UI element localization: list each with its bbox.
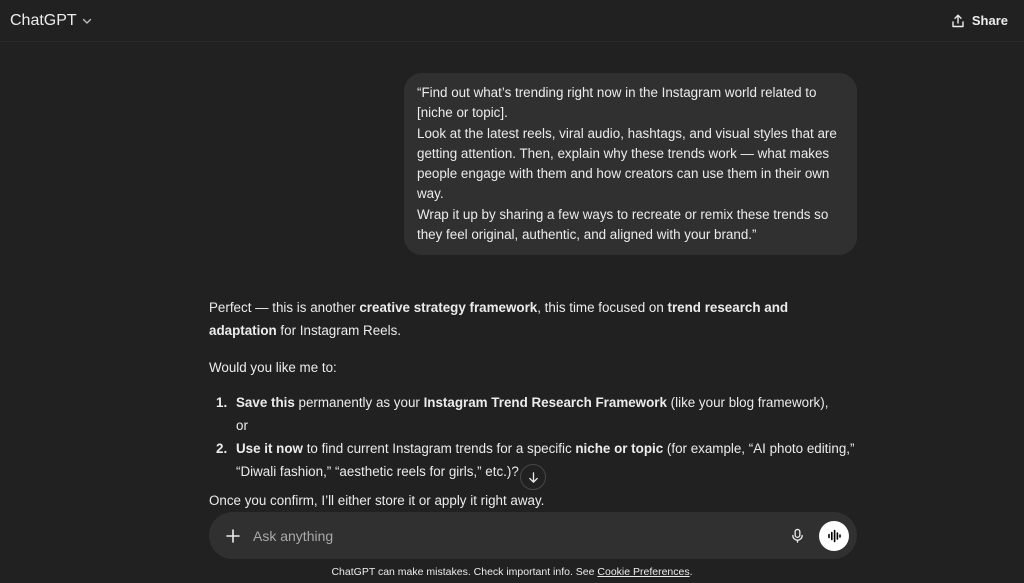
- model-selector[interactable]: ChatGPT: [10, 12, 93, 30]
- share-button[interactable]: Share: [943, 9, 1016, 32]
- chevron-down-icon: [82, 18, 91, 24]
- assistant-confirm: Once you confirm, I’ll either store it o…: [209, 493, 545, 508]
- cookie-preferences-link[interactable]: Cookie Preferences: [597, 566, 689, 578]
- scroll-to-bottom-button[interactable]: [520, 464, 546, 490]
- user-message-bubble: “Find out what’s trending right now in t…: [404, 73, 857, 256]
- voice-mode-button[interactable]: [819, 520, 849, 551]
- plus-icon: [226, 528, 240, 543]
- list-item: 2. Use it now to find current Instagram t…: [216, 441, 855, 479]
- top-bar: ChatGPT Share: [0, 0, 1024, 42]
- share-label: Share: [971, 13, 1008, 28]
- user-message-line: Look at the latest reels, viral audio, h…: [417, 125, 837, 202]
- microphone-icon: [791, 528, 803, 543]
- composer: [209, 512, 857, 559]
- disclaimer: ChatGPT can make mistakes. Check importa…: [331, 566, 693, 578]
- share-icon: [952, 14, 964, 27]
- assistant-question: Would you like me to:: [209, 360, 337, 375]
- user-message-line: Wrap it up by sharing a few ways to recr…: [417, 206, 829, 243]
- assistant-message: Perfect — this is another creative strat…: [209, 296, 859, 526]
- dictate-button[interactable]: [783, 522, 811, 550]
- message-input[interactable]: [253, 527, 783, 544]
- user-message-line: “Find out what’s trending right now in t…: [417, 85, 817, 121]
- model-name: ChatGPT: [10, 11, 77, 29]
- voice-mode-icon: [828, 529, 841, 542]
- arrow-down-icon: [528, 471, 538, 483]
- list-item: 1. Save this permanently as your Instagra…: [216, 395, 829, 433]
- assistant-intro: Perfect — this is another creative strat…: [209, 300, 789, 338]
- attach-button[interactable]: [223, 526, 243, 546]
